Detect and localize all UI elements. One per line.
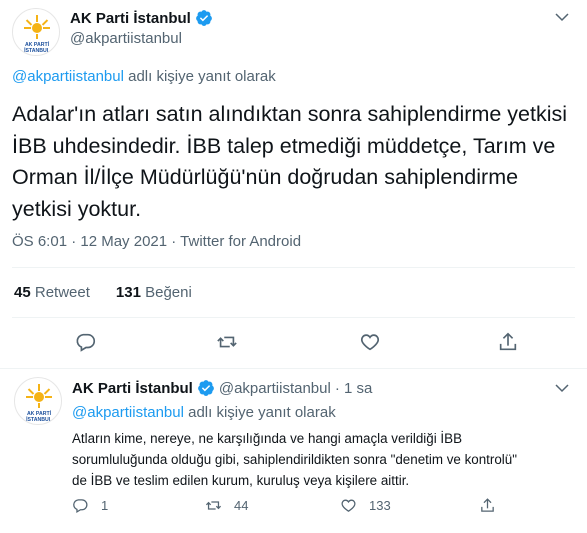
author-handle[interactable]: @akpartiistanbul xyxy=(70,30,182,47)
like-icon[interactable] xyxy=(359,331,381,353)
chevron-down-icon[interactable] xyxy=(553,379,571,397)
verified-badge-icon xyxy=(197,380,214,396)
divider xyxy=(12,317,575,318)
like-count: 133 xyxy=(369,498,391,513)
reply-count: 1 xyxy=(101,498,109,513)
svg-text:İSTANBUL: İSTANBUL xyxy=(26,416,53,423)
retweet-icon[interactable] xyxy=(216,331,238,353)
like-button[interactable]: 133 xyxy=(340,497,391,514)
like-stat[interactable]: 131 Beğeni xyxy=(116,284,192,301)
share-button[interactable] xyxy=(479,497,496,514)
replying-to-handle[interactable]: @akpartiistanbul xyxy=(72,404,184,421)
ak-parti-logo-icon: AK PARTİİSTANBUL xyxy=(26,384,53,423)
retweet-count: 45 xyxy=(14,284,31,301)
share-icon xyxy=(481,498,494,512)
verified-badge-icon xyxy=(195,10,212,26)
reply-actions: 1 44 133 xyxy=(72,497,532,519)
replying-to-handle[interactable]: @akpartiistanbul xyxy=(12,68,124,85)
retweet-icon xyxy=(205,501,222,510)
like-count: 131 xyxy=(115,284,141,301)
tweet-text: Adalar'ın atları satın alındıktan sonra … xyxy=(12,102,568,221)
author-name[interactable]: AK Parti İstanbul xyxy=(70,10,191,27)
main-tweet: AK PARTİ İSTANBUL AK Parti İstanbul @akpa… xyxy=(0,0,587,369)
reply-tweet[interactable]: AK PARTİ İSTANBUL AK Parti İstanbul @akpa… xyxy=(0,369,587,533)
tweet-stats: 45 Retweet 131 Beğeni xyxy=(14,284,192,301)
retweet-count: 44 xyxy=(234,498,249,513)
ak-parti-logo-icon: AK PARTİİSTANBUL xyxy=(23,15,51,54)
retweet-stat[interactable]: 45 Retweet xyxy=(14,284,90,301)
svg-text:AK PARTİ: AK PARTİ xyxy=(27,410,52,417)
svg-text:İSTANBUL: İSTANBUL xyxy=(24,47,51,54)
like-icon xyxy=(341,499,356,512)
like-label: Beğeni xyxy=(145,284,192,301)
replying-to-suffix: adlı kişiye yanıt olarak xyxy=(188,404,336,421)
author-name-row: AK Parti İstanbul xyxy=(70,9,213,27)
replying-to: @akpartiistanbul adlı kişiye yanıt olara… xyxy=(12,68,276,85)
svg-text:AK PARTİ: AK PARTİ xyxy=(25,41,50,48)
reply-author-name[interactable]: AK Parti İstanbul xyxy=(72,380,193,397)
chevron-down-icon[interactable] xyxy=(553,8,571,26)
reply-button[interactable]: 1 xyxy=(72,497,108,514)
reply-icon[interactable] xyxy=(75,331,97,353)
tweet-timestamp[interactable]: ÖS 6:01 · 12 May 2021 · Twitter for Andr… xyxy=(12,233,301,250)
reply-time[interactable]: · 1 sa xyxy=(335,380,373,397)
reply-icon xyxy=(73,499,88,514)
avatar[interactable]: AK PARTİ İSTANBUL xyxy=(12,8,60,56)
tweet-actions xyxy=(0,328,587,358)
reply-header: AK Parti İstanbul @akpartiistanbul · 1 s… xyxy=(72,379,372,397)
retweet-button[interactable]: 44 xyxy=(205,497,248,514)
retweet-label: Retweet xyxy=(34,284,90,301)
share-icon[interactable] xyxy=(497,331,519,353)
reply-text: Atların kime, nereye, ne karşılığında ve… xyxy=(72,431,517,488)
reply-author-handle[interactable]: @akpartiistanbul xyxy=(219,380,331,397)
divider xyxy=(12,267,575,268)
replying-to-suffix: adlı kişiye yanıt olarak xyxy=(128,68,276,85)
replying-to: @akpartiistanbul adlı kişiye yanıt olara… xyxy=(72,404,336,421)
avatar[interactable]: AK PARTİ İSTANBUL xyxy=(14,377,62,425)
